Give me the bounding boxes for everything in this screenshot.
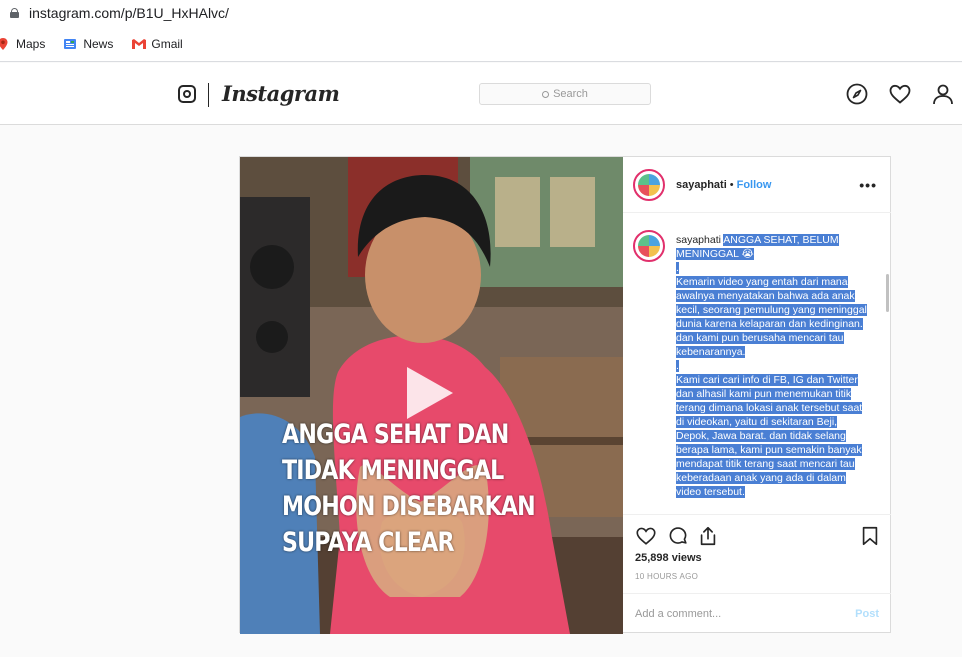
- lock-icon: [10, 8, 19, 18]
- search-input[interactable]: Search: [479, 83, 651, 105]
- video-caption-line: TIDAK MENINGGAL: [282, 455, 504, 486]
- avatar[interactable]: [633, 230, 665, 262]
- bookmark-label: Gmail: [151, 36, 183, 51]
- gmail-icon: [131, 37, 147, 51]
- instagram-wordmark[interactable]: Instagram: [222, 81, 340, 106]
- news-icon: [63, 37, 77, 51]
- caption-comment: sayaphati ANGGA SEHAT, BELUM MENINGGAL 😭…: [633, 230, 891, 499]
- post-card: ANGGA SEHAT DAN TIDAK MENINGGAL MOHON DI…: [239, 156, 891, 634]
- maps-icon: [0, 37, 10, 51]
- caption-author[interactable]: sayaphati: [676, 234, 721, 246]
- video-caption-line: MOHON DISEBARKAN: [282, 491, 536, 522]
- video-caption-line: ANGGA SEHAT DAN: [282, 419, 509, 450]
- bookmark-maps[interactable]: Maps: [0, 37, 45, 51]
- instagram-camera-icon[interactable]: [178, 85, 196, 103]
- comment-icon[interactable]: [667, 525, 689, 547]
- caption-line: .: [676, 262, 679, 274]
- caption-text: sayaphati ANGGA SEHAT, BELUM MENINGGAL 😭…: [676, 233, 871, 499]
- avatar[interactable]: [633, 168, 665, 201]
- view-count[interactable]: 25,898 views: [635, 552, 702, 564]
- search-placeholder: Search: [553, 88, 588, 100]
- logo-divider: [208, 83, 209, 107]
- bookmark-news[interactable]: News: [63, 37, 113, 51]
- search-icon: [542, 90, 550, 98]
- post-video[interactable]: ANGGA SEHAT DAN TIDAK MENINGGAL MOHON DI…: [240, 157, 623, 634]
- play-icon[interactable]: [407, 367, 453, 419]
- follow-button[interactable]: Follow: [737, 179, 772, 191]
- compass-icon[interactable]: [845, 82, 869, 106]
- more-options-icon[interactable]: •••: [859, 177, 877, 193]
- post-timestamp[interactable]: 10 HOURS AGO: [635, 572, 698, 581]
- bookmark-label: News: [83, 36, 114, 51]
- instagram-header: Instagram Search: [0, 63, 962, 125]
- bookmark-label: Maps: [16, 36, 46, 51]
- url-text[interactable]: instagram.com/p/B1U_HxHAlvc/: [29, 5, 229, 21]
- comments-section[interactable]: sayaphati ANGGA SEHAT, BELUM MENINGGAL 😭…: [623, 214, 891, 514]
- address-bar[interactable]: instagram.com/p/B1U_HxHAlvc/: [0, 0, 962, 26]
- post-actions: 25,898 views 10 HOURS AGO Add a comment.…: [623, 514, 891, 632]
- separator: •: [729, 178, 734, 191]
- bookmark-save-icon[interactable]: [859, 525, 881, 547]
- avatar-logo: [638, 235, 660, 257]
- avatar-logo: [638, 173, 660, 196]
- post-username[interactable]: sayaphati: [676, 179, 727, 191]
- heart-icon[interactable]: [888, 82, 912, 106]
- comments-scrollbar[interactable]: [886, 274, 889, 312]
- post-comment-button[interactable]: Post: [855, 608, 879, 620]
- video-caption-line: SUPAYA CLEAR: [282, 527, 455, 558]
- bookmark-gmail[interactable]: Gmail: [131, 36, 183, 51]
- caption-line: .: [676, 360, 679, 372]
- post-header: sayaphati • Follow •••: [623, 157, 891, 213]
- add-comment-bar: Add a comment... Post: [623, 593, 891, 633]
- caption-line: Kemarin video yang entah dari mana awaln…: [676, 276, 867, 358]
- comment-input[interactable]: Add a comment...: [635, 608, 855, 620]
- profile-icon[interactable]: [931, 82, 955, 106]
- caption-line: Kami cari cari info di FB, IG dan Twitte…: [676, 374, 863, 498]
- bookmarks-bar: Maps News Gmail: [0, 26, 962, 62]
- share-icon[interactable]: [697, 525, 719, 547]
- like-heart-icon[interactable]: [635, 525, 657, 547]
- post-side-panel: sayaphati • Follow ••• sayaphati ANGGA S…: [623, 157, 891, 632]
